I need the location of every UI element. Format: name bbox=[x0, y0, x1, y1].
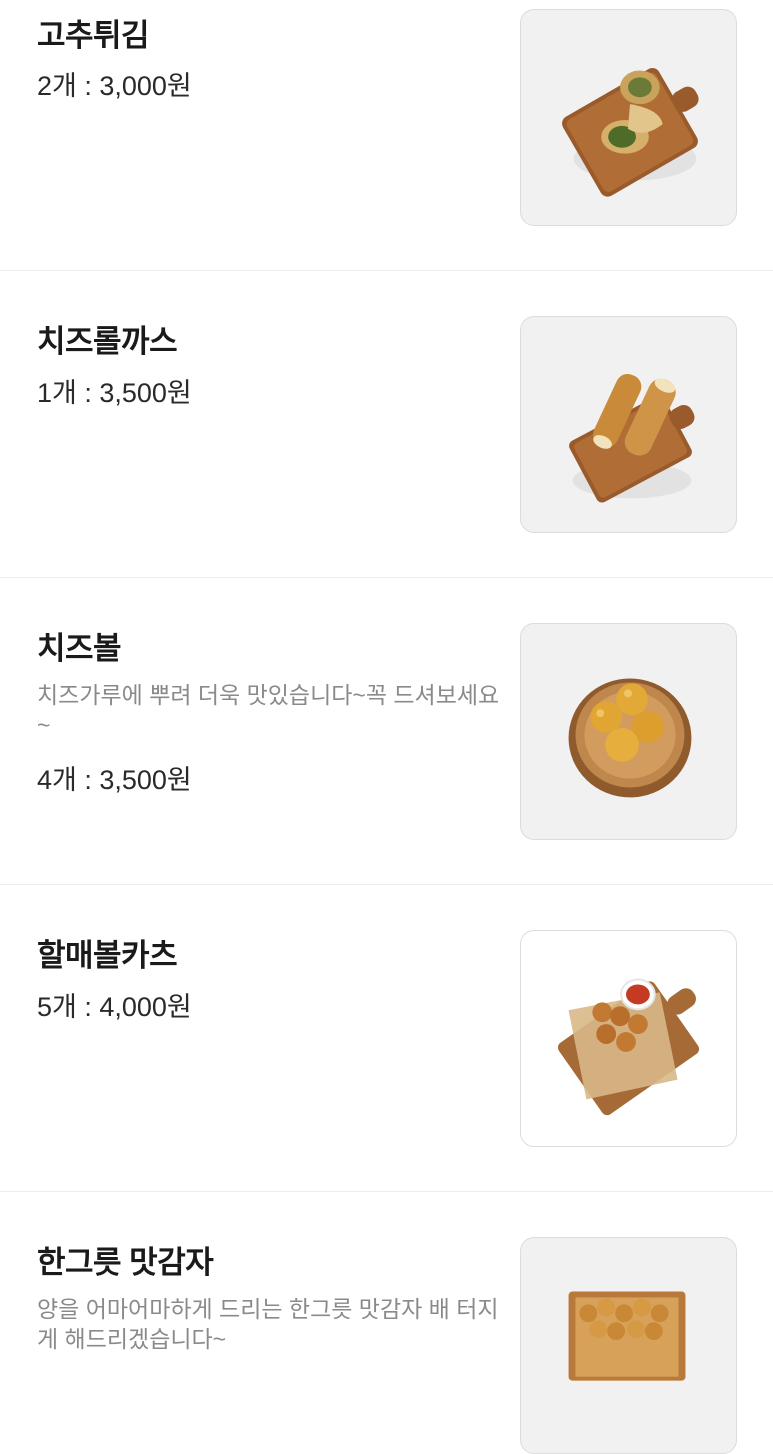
menu-item-description: 치즈가루에 뿌려 더욱 맛있습니다~꼭 드셔보세요~ bbox=[37, 682, 500, 738]
menu-item-price: 1개 : 3,500원 bbox=[37, 378, 192, 408]
menu-item-image[interactable] bbox=[520, 9, 737, 226]
fried-potato-bowl-photo bbox=[568, 1291, 686, 1381]
menu-item-image[interactable] bbox=[520, 1237, 737, 1454]
menu-item-price: 2개 : 3,000원 bbox=[37, 71, 192, 101]
menu-item-description: 양을 어마어마하게 드리는 한그릇 맛감자 배 터지게 해드리겠습니다~ bbox=[37, 1296, 499, 1352]
menu-item[interactable]: 한그릇 맛감자 양을 어마어마하게 드리는 한그릇 맛감자 배 터지게 해드리겠… bbox=[0, 1192, 773, 1454]
menu-item[interactable]: 고추튀김 2개 : 3,000원 bbox=[0, 0, 773, 271]
cheese-roll-cutlet-photo bbox=[569, 373, 695, 503]
menu-item[interactable]: 할매볼카츠 5개 : 4,000원 bbox=[0, 885, 773, 1192]
menu-item-price: 4개 : 3,500원 bbox=[37, 765, 192, 795]
menu-item-name: 한그릇 맛감자 bbox=[37, 1245, 214, 1280]
fried-pepper-photo bbox=[562, 68, 699, 197]
menu-item-image[interactable] bbox=[520, 623, 737, 840]
menu-item-name: 치즈볼 bbox=[37, 631, 122, 666]
menu-item[interactable]: 치즈롤까스 1개 : 3,500원 bbox=[0, 271, 773, 578]
menu-item-name: 고추튀김 bbox=[37, 18, 150, 53]
grandma-ball-katsu-photo bbox=[557, 978, 700, 1116]
cheese-ball-photo bbox=[568, 678, 692, 798]
menu-item-image[interactable] bbox=[520, 930, 737, 1147]
menu-item-name: 치즈롤까스 bbox=[37, 324, 178, 359]
menu-item-name: 할매볼카츠 bbox=[37, 938, 178, 973]
menu-item-price: 5개 : 4,000원 bbox=[37, 992, 192, 1022]
menu-item[interactable]: 치즈볼 치즈가루에 뿌려 더욱 맛있습니다~꼭 드셔보세요~ 4개 : 3,50… bbox=[0, 578, 773, 885]
menu-item-image[interactable] bbox=[520, 316, 737, 533]
